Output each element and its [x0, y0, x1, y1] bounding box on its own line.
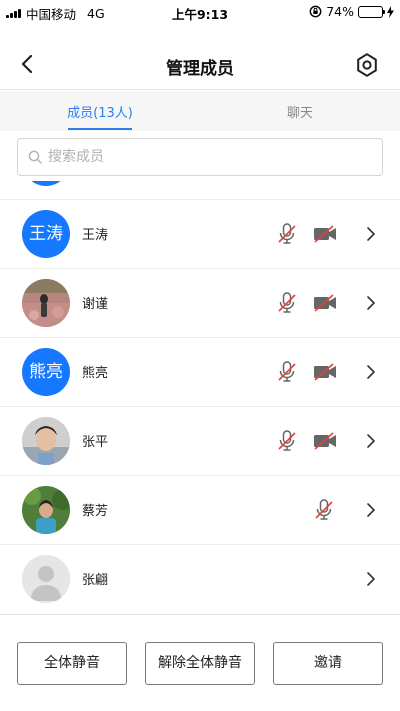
member-name: 张翩 — [82, 573, 109, 588]
member-row[interactable]: 王涛 王涛 — [0, 200, 400, 269]
avatar: 熊亮 — [22, 348, 70, 396]
orientation-lock-icon — [309, 5, 322, 18]
page-title: 管理成员 — [166, 59, 234, 79]
charging-bolt-icon — [387, 5, 394, 18]
status-right: 74% — [309, 4, 394, 19]
default-avatar-icon — [22, 555, 70, 603]
camera-off-icon[interactable] — [312, 362, 338, 382]
avatar-photo — [22, 486, 70, 534]
mic-muted-icon[interactable] — [276, 360, 298, 384]
camera-off-icon[interactable] — [312, 224, 338, 244]
member-row[interactable]: 熊亮 熊亮 — [0, 338, 400, 407]
chevron-right-icon — [367, 227, 375, 241]
mic-muted-icon[interactable] — [276, 429, 298, 453]
search-icon — [28, 150, 42, 164]
avatar — [22, 555, 70, 603]
avatar — [22, 181, 70, 186]
avatar: 王涛 — [22, 210, 70, 258]
mic-muted-icon[interactable] — [276, 222, 298, 246]
divider — [0, 614, 400, 615]
member-name: 蔡芳 — [82, 504, 109, 519]
avatar — [22, 417, 70, 465]
member-name: 王涛 — [82, 228, 109, 243]
chevron-right-icon — [367, 572, 375, 586]
tab-chat[interactable]: 聊天 — [200, 102, 400, 121]
status-bar: 中国移动 4G 上午9:13 74% — [0, 0, 400, 22]
search-input[interactable] — [48, 147, 368, 167]
chevron-right-icon — [367, 503, 375, 517]
active-tab-indicator — [68, 128, 132, 130]
gear-icon[interactable] — [354, 52, 380, 78]
member-row[interactable]: 谢谨 — [0, 269, 400, 338]
chevron-right-icon — [367, 434, 375, 448]
member-row[interactable]: 张平 — [0, 407, 400, 476]
member-row[interactable]: 蔡芳 — [0, 476, 400, 545]
member-list[interactable]: 王涛 王涛 谢谨 熊亮 熊亮 张平 蔡芳 张翩 — [0, 181, 400, 613]
camera-off-icon[interactable] — [312, 431, 338, 451]
avatar — [22, 486, 70, 534]
mute-all-button[interactable]: 全体静音 — [17, 642, 127, 685]
chevron-left-icon[interactable] — [16, 52, 40, 76]
member-row[interactable]: 张翩 — [0, 545, 400, 613]
tab-bar: 成员(13人) 聊天 — [0, 91, 400, 131]
mic-muted-icon[interactable] — [276, 291, 298, 315]
tab-members[interactable]: 成员(13人) — [0, 102, 200, 121]
avatar — [22, 279, 70, 327]
avatar-photo — [22, 417, 70, 465]
battery-icon — [358, 5, 385, 18]
search-box[interactable] — [17, 138, 383, 176]
member-name: 谢谨 — [82, 297, 109, 312]
mic-muted-icon[interactable] — [313, 498, 335, 522]
avatar-photo — [22, 279, 70, 327]
member-name: 张平 — [82, 435, 109, 450]
nav-bar: 管理成员 — [0, 22, 400, 90]
chevron-right-icon — [367, 296, 375, 310]
chevron-right-icon — [367, 365, 375, 379]
member-name: 熊亮 — [82, 366, 109, 381]
unmute-all-button[interactable]: 解除全体静音 — [145, 642, 255, 685]
camera-off-icon[interactable] — [312, 293, 338, 313]
battery-percent: 74% — [326, 4, 354, 19]
invite-button[interactable]: 邀请 — [273, 642, 383, 685]
